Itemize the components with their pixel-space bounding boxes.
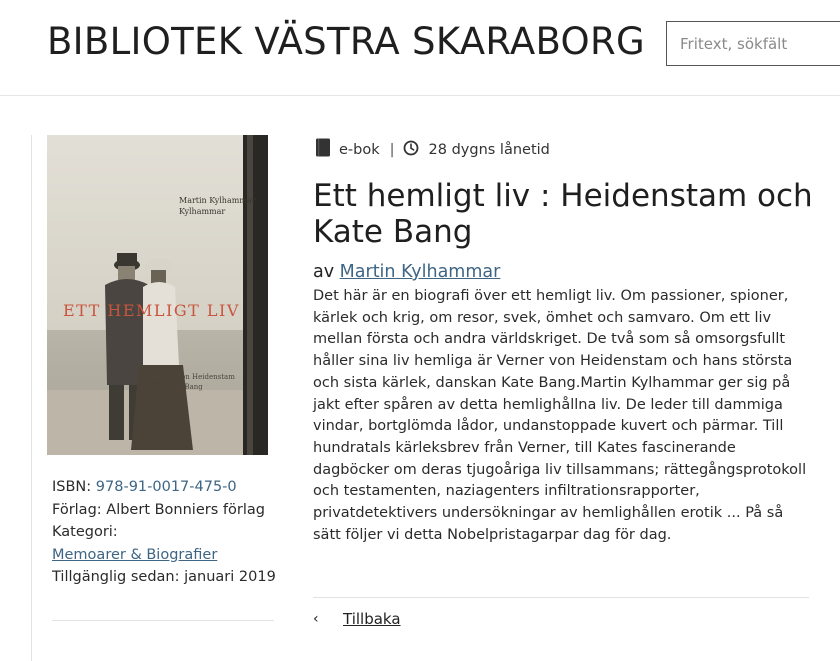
book-metadata: ISBN: 978-91-0017-475-0 Förlag: Albert B… [52,476,277,589]
format-separator: | [389,141,395,158]
back-link[interactable]: ‹ Tillbaka [313,610,401,628]
cover-author: Martin Kylhammar [179,196,256,205]
svg-text:Verner von Heidenstam: Verner von Heidenstam [150,373,235,381]
site-header: BIBLIOTEK VÄSTRA SKARABORG [0,0,840,96]
available-value: januari 2019 [184,569,276,585]
isbn-row: ISBN: 978-91-0017-475-0 [52,476,277,499]
publisher-label: Förlag: [52,501,102,518]
author-prefix: av [313,262,335,282]
publisher-value: Albert Bonniers förlag [106,501,265,518]
svg-text:Kylhammar: Kylhammar [179,207,225,216]
available-row: Tillgänglig sedan: januari 2019 [52,566,277,589]
back-label: Tillbaka [343,610,401,628]
metadata-divider [52,620,274,621]
author-line: av Martin Kylhammar [313,262,500,282]
author-link[interactable]: Martin Kylhammar [340,262,501,282]
sidebar-divider [31,135,32,661]
isbn-label: ISBN: [52,479,92,495]
site-title[interactable]: BIBLIOTEK VÄSTRA SKARABORG [47,20,645,63]
book-cover-image: Martin Kylhammar Kylhammar ETT HEMLIGT L… [47,135,268,455]
clock-icon [403,140,419,160]
publisher-row: Förlag: Albert Bonniers förlag [52,499,277,522]
search-input[interactable] [666,21,840,66]
format-type: e-bok [339,141,380,158]
cover-title: ETT HEMLIGT LIV [63,301,240,320]
category-label: Kategori: [52,524,118,540]
content-divider [313,597,809,598]
book-title: Ett hemligt liv : Heidenstam och Kate Ba… [313,178,813,250]
isbn-value: 978-91-0017-475-0 [95,479,237,495]
book-description: Det här är en biografi över ett hemligt … [313,288,807,543]
available-label: Tillgänglig sedan: [52,569,180,585]
format-info: e-bok | 28 dygns lånetid [315,138,550,161]
book-icon [315,138,331,161]
loan-period: 28 dygns lånetid [428,141,550,158]
svg-text:och Kate Bang: och Kate Bang [151,383,203,391]
chevron-left-icon: ‹ [313,611,319,627]
category-link[interactable]: Memoarer & Biografier [52,547,217,563]
